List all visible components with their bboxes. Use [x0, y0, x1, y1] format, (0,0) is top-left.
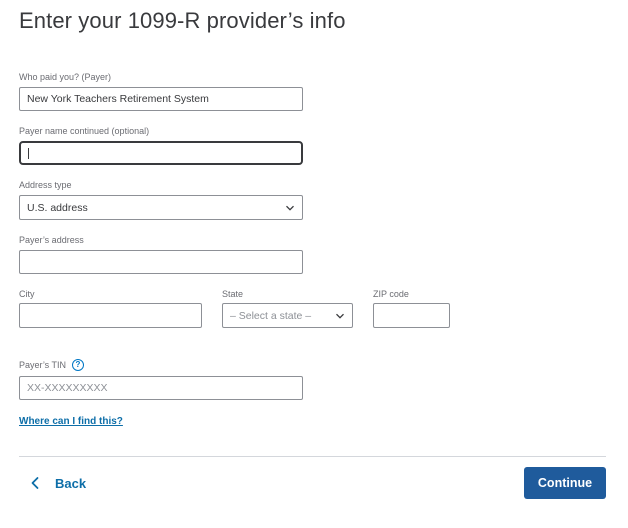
state-label: State — [222, 289, 244, 299]
chevron-left-icon — [31, 477, 39, 489]
payer-continued-label: Payer name continued (optional) — [19, 126, 150, 136]
payer-continued-input[interactable] — [19, 141, 303, 165]
zip-input[interactable] — [373, 303, 450, 328]
payer-address-input[interactable] — [19, 250, 303, 274]
page-title: Enter your 1099-R provider’s info — [19, 8, 346, 33]
continue-button[interactable]: Continue — [524, 467, 606, 499]
tin-label: Payer’s TIN — [19, 360, 67, 370]
city-input[interactable] — [19, 303, 202, 328]
text-cursor — [28, 147, 29, 159]
back-button[interactable]: Back — [30, 472, 86, 494]
tin-placeholder: XX-XXXXXXXXX — [27, 382, 108, 394]
city-label: City — [19, 289, 35, 299]
address-type-label: Address type — [19, 180, 72, 190]
payer-address-label: Payer’s address — [19, 235, 84, 245]
state-selected: – Select a state – — [230, 309, 312, 322]
question-circle-icon[interactable]: ? — [72, 359, 84, 371]
chevron-down-icon — [286, 205, 294, 211]
back-label: Back — [55, 475, 87, 491]
footer-divider — [19, 456, 606, 457]
address-type-select[interactable]: U.S. address — [19, 195, 303, 220]
chevron-down-icon — [336, 313, 344, 319]
payer-input[interactable]: New York Teachers Retirement System — [19, 87, 303, 111]
payer-input-value: New York Teachers Retirement System — [27, 93, 209, 105]
zip-label: ZIP code — [373, 289, 409, 299]
tin-input[interactable]: XX-XXXXXXXXX — [19, 376, 303, 400]
payer-label: Who paid you? (Payer) — [19, 72, 112, 82]
state-select[interactable]: – Select a state – — [222, 303, 353, 328]
provider-info-page: Enter your 1099-R provider’s info Who pa… — [0, 0, 628, 528]
where-find-link[interactable]: Where can I find this? — [19, 416, 123, 427]
continue-label: Continue — [537, 476, 593, 490]
address-type-selected: U.S. address — [27, 201, 88, 214]
